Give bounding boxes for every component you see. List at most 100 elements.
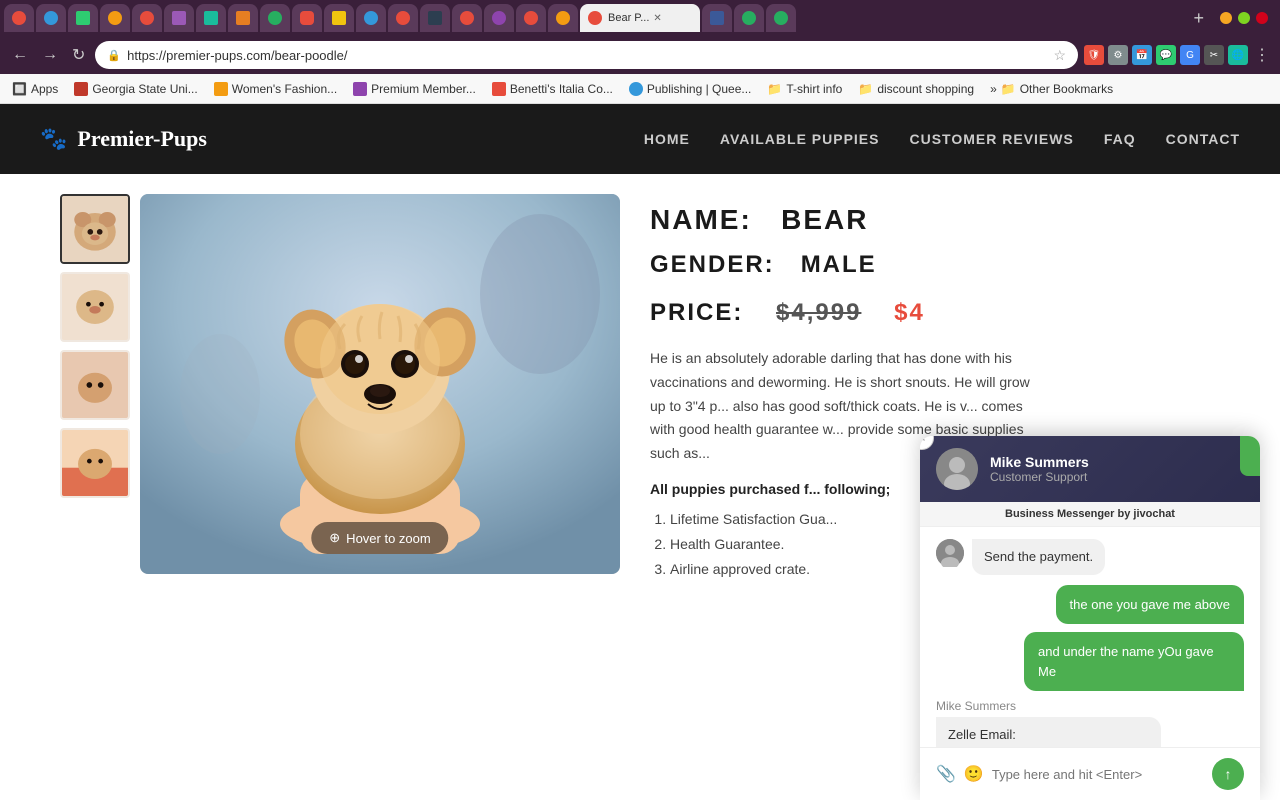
url-text: https://premier-pups.com/bear-poodle/: [127, 48, 1047, 63]
bookmark-publishing[interactable]: Publishing | Quee...: [625, 80, 756, 98]
ext-shield-icon[interactable]: 🛡: [1084, 45, 1104, 65]
tshirt-icon: 📁: [767, 82, 782, 96]
tab-17[interactable]: [516, 4, 546, 32]
tab-2[interactable]: [36, 4, 66, 32]
thumbnail-list: [60, 194, 130, 780]
tab-close-icon[interactable]: ✕: [653, 13, 661, 24]
ext-calendar-icon[interactable]: 📅: [1132, 45, 1152, 65]
thumbnail-4[interactable]: [60, 428, 130, 498]
logo-text: Premier-Pups: [77, 126, 207, 152]
tab-7[interactable]: [196, 4, 226, 32]
bookmark-other[interactable]: » 📁 Other Bookmarks: [986, 80, 1117, 98]
tab-3[interactable]: [68, 4, 98, 32]
tab-14[interactable]: [420, 4, 450, 32]
tab-8[interactable]: [228, 4, 258, 32]
back-button[interactable]: ←: [8, 44, 32, 66]
maximize-button[interactable]: [1238, 12, 1250, 24]
nav-available-puppies[interactable]: AVAILABLE PUPPIES: [720, 131, 880, 147]
minimize-button[interactable]: [1220, 12, 1232, 24]
chat-header: × Mike Summers Customer Support: [920, 436, 1260, 502]
system-avatar: [936, 539, 964, 567]
bookmark-georgia[interactable]: Georgia State Uni...: [70, 80, 201, 98]
sender-label: Mike Summers: [936, 699, 1244, 713]
chat-widget: × Mike Summers Customer Support Business…: [920, 436, 1260, 800]
ext-g-icon[interactable]: G: [1180, 45, 1200, 65]
browser-chrome: Bear P... ✕ + ← → ↻ 🔒 https://premier-pu…: [0, 0, 1280, 104]
extension-icons: 🛡 ⚙ 📅 💬 G ✂ 🌐 ⋮: [1084, 45, 1272, 65]
tab-21[interactable]: [766, 4, 796, 32]
address-bar: ← → ↻ 🔒 https://premier-pups.com/bear-po…: [0, 36, 1280, 74]
nav-home[interactable]: HOME: [644, 131, 690, 147]
forward-button[interactable]: →: [38, 44, 62, 66]
tab-active[interactable]: Bear P... ✕: [580, 4, 700, 32]
chat-send-button[interactable]: ↑: [1212, 758, 1244, 790]
user-message-1: the one you gave me above: [936, 585, 1244, 625]
thumbnail-2[interactable]: [60, 272, 130, 342]
tab-6[interactable]: [164, 4, 194, 32]
ext-chat-icon[interactable]: 💬: [1156, 45, 1176, 65]
bookmark-star-icon[interactable]: ☆: [1053, 47, 1066, 64]
tab-10[interactable]: [292, 4, 322, 32]
publishing-icon: [629, 82, 643, 96]
ext-crop-icon[interactable]: ✂: [1204, 45, 1224, 65]
tab-16[interactable]: [484, 4, 514, 32]
nav-customer-reviews[interactable]: CUSTOMER REVIEWS: [910, 131, 1074, 147]
product-name: NAME: BEAR: [650, 204, 1220, 236]
chat-attach-button[interactable]: 📎: [936, 764, 956, 784]
hover-zoom-button[interactable]: ⊕ Hover to zoom: [311, 522, 448, 554]
ext-menu-icon[interactable]: ⋮: [1252, 45, 1272, 65]
chat-agent-avatar: [936, 448, 978, 490]
womens-icon: [214, 82, 228, 96]
chat-header-accent: [1240, 436, 1260, 476]
tab-12[interactable]: [356, 4, 386, 32]
other-bookmarks-folder-icon: 📁: [1001, 82, 1016, 96]
chat-emoji-button[interactable]: 🙂: [964, 764, 984, 784]
tab-4[interactable]: [100, 4, 130, 32]
product-gender: GENDER: MALE: [650, 251, 1220, 279]
nav-links: HOME AVAILABLE PUPPIES CUSTOMER REVIEWS …: [644, 131, 1240, 147]
bookmark-benettis[interactable]: Benetti's Italia Co...: [488, 80, 617, 98]
system-message-text: Send the payment.: [972, 539, 1105, 575]
chat-input-area: 📎 🙂 ↑: [920, 747, 1260, 800]
thumbnail-1[interactable]: [60, 194, 130, 264]
tab-13[interactable]: [388, 4, 418, 32]
security-lock-icon: 🔒: [107, 49, 121, 62]
tab-5[interactable]: [132, 4, 162, 32]
ext-puzzle-icon[interactable]: ⚙: [1108, 45, 1128, 65]
bookmark-discount[interactable]: 📁 discount shopping: [854, 80, 978, 98]
chat-close-button[interactable]: ×: [920, 436, 934, 450]
tab-9[interactable]: [260, 4, 290, 32]
site-navigation: 🐾 Premier-Pups HOME AVAILABLE PUPPIES CU…: [0, 104, 1280, 174]
bookmarks-bar: 🔲 Apps Georgia State Uni... Women's Fash…: [0, 74, 1280, 104]
bookmark-premium[interactable]: Premium Member...: [349, 80, 480, 98]
bookmark-womens[interactable]: Women's Fashion...: [210, 80, 341, 98]
website: 🐾 Premier-Pups HOME AVAILABLE PUPPIES CU…: [0, 104, 1280, 800]
site-logo[interactable]: 🐾 Premier-Pups: [40, 126, 207, 152]
close-button[interactable]: [1256, 12, 1268, 24]
payment-message: Zelle Email: PREMIERS2PUPS@GMAIL.COM Rec…: [936, 717, 1244, 747]
bookmark-tshirt[interactable]: 📁 T-shirt info: [763, 80, 846, 98]
apps-icon: 🔲: [12, 82, 27, 96]
tab-18[interactable]: [548, 4, 578, 32]
url-bar[interactable]: 🔒 https://premier-pups.com/bear-poodle/ …: [95, 41, 1078, 69]
tab-20[interactable]: [734, 4, 764, 32]
image-gallery: ⊕ Hover to zoom: [60, 194, 620, 780]
chat-input-field[interactable]: [992, 767, 1204, 782]
chat-agent-name: Mike Summers: [990, 454, 1244, 470]
bookmark-apps[interactable]: 🔲 Apps: [8, 80, 62, 98]
tab-1[interactable]: [4, 4, 34, 32]
nav-faq[interactable]: FAQ: [1104, 131, 1136, 147]
tab-19[interactable]: [702, 4, 732, 32]
tab-11[interactable]: [324, 4, 354, 32]
ext-globe-icon[interactable]: 🌐: [1228, 45, 1248, 65]
price-sale: $4: [894, 299, 925, 327]
nav-contact[interactable]: CONTACT: [1166, 131, 1240, 147]
thumbnail-3[interactable]: [60, 350, 130, 420]
payment-info-text: Zelle Email: PREMIERS2PUPS@GMAIL.COM Rec…: [936, 717, 1161, 747]
new-tab-button[interactable]: +: [1187, 6, 1210, 31]
user-message-2: and under the name yOu gave Me: [936, 632, 1244, 691]
price-original: $4,999: [776, 299, 861, 327]
tab-15[interactable]: [452, 4, 482, 32]
reload-button[interactable]: ↻: [68, 43, 89, 67]
window-controls: [1212, 12, 1276, 24]
